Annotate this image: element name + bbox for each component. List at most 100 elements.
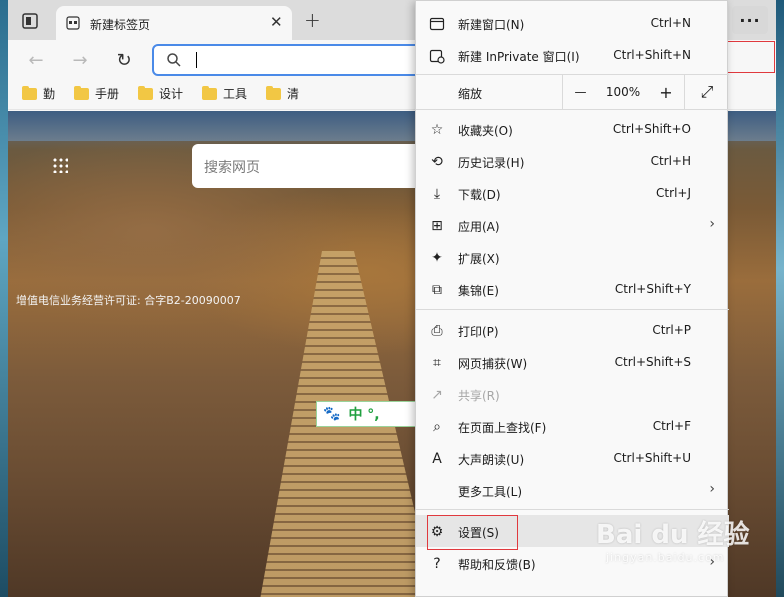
folder-icon xyxy=(74,85,89,100)
watermark-main: Bai du 经验 xyxy=(596,520,750,550)
menu-item-print[interactable]: ⎙ 打印(P) Ctrl+P xyxy=(416,314,729,346)
menu-item-read-aloud[interactable]: A 大声朗读(U) Ctrl+Shift+U xyxy=(416,442,729,474)
back-icon[interactable]: ← xyxy=(26,50,46,71)
read-aloud-icon: A xyxy=(432,451,442,467)
folder-icon xyxy=(138,85,153,100)
favorite-folder[interactable]: 设计 xyxy=(138,85,183,102)
menu-item-shortcut: Ctrl+Shift+O xyxy=(612,122,691,136)
menu-item-web-capture[interactable]: ⌗ 网页捕获(W) Ctrl+Shift+S xyxy=(416,346,729,378)
help-icon: ? xyxy=(433,556,441,572)
folder-icon xyxy=(202,85,217,100)
menu-item-label: 更多工具(L) xyxy=(458,485,523,499)
refresh-icon[interactable]: ↻ xyxy=(114,50,134,71)
menu-item-label: 新建 InPrivate 窗口(I) xyxy=(458,50,580,64)
text-caret xyxy=(196,52,197,68)
download-icon: ⤓ xyxy=(433,186,441,202)
favorite-folder[interactable]: 清 xyxy=(266,85,299,102)
zoom-level: 100% xyxy=(605,85,641,99)
favorite-label: 勤 xyxy=(43,87,56,101)
capture-icon: ⌗ xyxy=(433,355,441,371)
menu-item-extensions[interactable]: ✦ 扩展(X) xyxy=(416,241,729,273)
window-icon xyxy=(428,15,446,33)
license-text: 增值电信业务经营许可证: 合字B2-20090007 xyxy=(16,294,241,307)
menu-item-label: 历史记录(H) xyxy=(458,156,525,170)
search-icon xyxy=(166,52,182,71)
menu-item-label: 集锦(E) xyxy=(458,284,499,298)
menu-item-downloads[interactable]: ⤓ 下载(D) Ctrl+J xyxy=(416,177,729,209)
zoom-in-button[interactable]: + xyxy=(648,75,684,109)
menu-item-more-tools[interactable]: 更多工具(L) › xyxy=(416,474,729,506)
folder-icon xyxy=(22,85,37,100)
favorite-label: 设计 xyxy=(159,87,184,101)
zoom-row: 缩放 — 100% + ⤢ xyxy=(416,75,729,109)
find-icon: ⌕ xyxy=(433,419,441,435)
ime-toolbar[interactable]: 🐾 中 °, xyxy=(316,401,420,427)
tab-new-tab[interactable]: 新建标签页 ✕ xyxy=(56,6,292,40)
paw-icon: 🐾 xyxy=(323,406,341,422)
folder-icon xyxy=(266,85,281,100)
settings-and-more-button[interactable]: ··· xyxy=(732,6,768,34)
app-launcher-icon[interactable] xyxy=(52,157,68,173)
menu-divider xyxy=(416,509,729,510)
address-bar[interactable] xyxy=(152,44,432,76)
menu-item-label: 下载(D) xyxy=(458,188,501,202)
search-placeholder: 搜索网页 xyxy=(204,160,260,176)
menu-item-shortcut: Ctrl+Shift+U xyxy=(613,451,691,465)
new-tab-button[interactable]: + xyxy=(304,10,321,30)
menu-item-label: 扩展(X) xyxy=(458,252,500,266)
desktop-background-right xyxy=(776,0,784,597)
zoom-out-button[interactable]: — xyxy=(562,75,598,109)
menu-item-shortcut: Ctrl+Shift+Y xyxy=(614,282,691,296)
menu-item-favorites[interactable]: ☆ 收藏夹(O) Ctrl+Shift+O xyxy=(416,113,729,145)
menu-item-shortcut: Ctrl+Shift+N xyxy=(613,48,691,62)
settings-menu: 新建窗口(N) Ctrl+N 新建 InPrivate 窗口(I) Ctrl+S… xyxy=(415,0,729,597)
chevron-right-icon: › xyxy=(709,216,715,232)
menu-item-history[interactable]: ⟲ 历史记录(H) Ctrl+H xyxy=(416,145,729,177)
collections-icon: ⧉ xyxy=(432,282,442,298)
menu-item-label: 应用(A) xyxy=(458,220,500,234)
menu-item-new-inprivate[interactable]: 新建 InPrivate 窗口(I) Ctrl+Shift+N xyxy=(416,39,729,71)
menu-item-label: 新建窗口(N) xyxy=(458,18,525,32)
new-tab-icon xyxy=(66,16,80,30)
menu-divider xyxy=(416,109,729,110)
print-icon: ⎙ xyxy=(431,323,443,339)
menu-item-label: 网页捕获(W) xyxy=(458,357,528,371)
desktop-background-left xyxy=(0,0,8,597)
watermark: Bai du 经验 jingyan.baidu.com xyxy=(596,514,750,564)
apps-icon: ⊞ xyxy=(431,218,443,234)
menu-item-find-on-page[interactable]: ⌕ 在页面上查找(F) Ctrl+F xyxy=(416,410,729,442)
inprivate-icon xyxy=(428,47,446,65)
favorite-folder[interactable]: 勤 xyxy=(22,85,55,102)
menu-item-label: 在页面上查找(F) xyxy=(458,421,547,435)
menu-item-share: ↗ 共享(R) xyxy=(416,378,729,410)
menu-item-apps[interactable]: ⊞ 应用(A) › xyxy=(416,209,729,241)
menu-item-shortcut: Ctrl+N xyxy=(650,16,691,30)
tab-close-icon[interactable]: ✕ xyxy=(270,14,283,30)
tab-actions-icon[interactable] xyxy=(20,11,40,31)
zoom-label: 缩放 xyxy=(458,87,483,101)
page-search-input[interactable]: 搜索网页 xyxy=(192,144,432,188)
menu-item-collections[interactable]: ⧉ 集锦(E) Ctrl+Shift+Y xyxy=(416,273,729,305)
watermark-sub: jingyan.baidu.com xyxy=(606,551,725,564)
share-icon: ↗ xyxy=(431,387,443,403)
menu-item-label: 打印(P) xyxy=(458,325,499,339)
favorite-folder[interactable]: 手册 xyxy=(74,85,119,102)
menu-item-label: 大声朗读(U) xyxy=(458,453,525,467)
favorite-label: 清 xyxy=(287,87,300,101)
highlight-box-settings xyxy=(427,515,518,550)
menu-item-label: 共享(R) xyxy=(458,389,500,403)
menu-item-shortcut: Ctrl+P xyxy=(652,323,691,337)
menu-item-label: 帮助和反馈(B) xyxy=(458,558,536,572)
menu-item-shortcut: Ctrl+H xyxy=(650,154,691,168)
tab-title: 新建标签页 xyxy=(90,18,151,32)
menu-divider xyxy=(416,309,729,310)
favorite-label: 工具 xyxy=(223,87,248,101)
menu-item-new-window[interactable]: 新建窗口(N) Ctrl+N xyxy=(416,7,729,39)
star-list-icon: ☆ xyxy=(430,122,444,138)
ime-status: 中 °, xyxy=(348,407,380,423)
favorite-folder[interactable]: 工具 xyxy=(202,85,247,102)
menu-item-shortcut: Ctrl+J xyxy=(656,186,691,200)
fullscreen-icon[interactable]: ⤢ xyxy=(684,75,729,109)
forward-icon[interactable]: → xyxy=(70,50,90,71)
history-icon: ⟲ xyxy=(431,154,443,170)
